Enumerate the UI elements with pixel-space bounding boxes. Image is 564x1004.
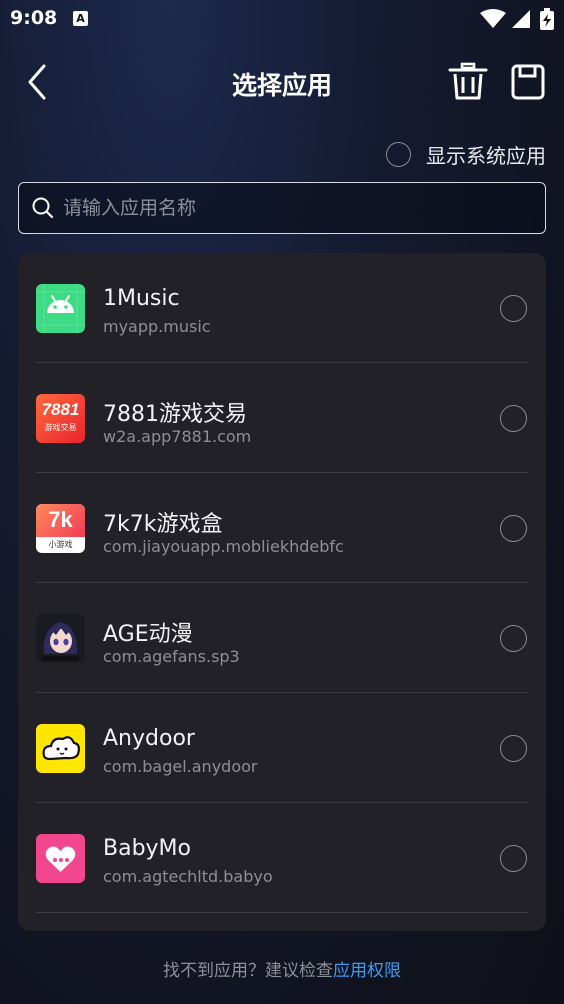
app-7881-icon: 7881 游戏交易 xyxy=(36,394,85,443)
select-radio[interactable] xyxy=(500,625,527,652)
notification-badge: A xyxy=(73,11,88,26)
heart-bubble-icon xyxy=(36,834,85,883)
search-input[interactable] xyxy=(63,188,545,228)
app-package: com.bagel.anydoor xyxy=(103,757,258,776)
list-item[interactable]: 1Music myapp.music xyxy=(18,253,546,363)
app-permission-link[interactable]: 应用权限 xyxy=(333,961,401,981)
status-bar: 9:08 A xyxy=(0,0,564,40)
list-item[interactable]: 7k 小游戏 7k7k游戏盒 com.jiayouapp.mobliekhdeb… xyxy=(18,473,546,583)
app-package: com.agefans.sp3 xyxy=(103,647,240,666)
save-button[interactable] xyxy=(508,62,548,102)
android-icon xyxy=(36,284,85,333)
app-package: w2a.app7881.com xyxy=(103,427,252,446)
app-name: 7k7k游戏盒 xyxy=(103,512,223,537)
status-icons xyxy=(480,8,554,30)
app-name: Anydoor xyxy=(103,726,195,751)
icon-text: 7881 xyxy=(41,400,80,419)
list-item[interactable]: 7881 游戏交易 7881游戏交易 w2a.app7881.com xyxy=(18,363,546,473)
app-name: 7881游戏交易 xyxy=(103,402,247,427)
select-radio[interactable] xyxy=(500,405,527,432)
app-name: BabyMo xyxy=(103,836,191,861)
app-name: AGE动漫 xyxy=(103,622,193,647)
footer-hint: 找不到应用？建议检查应用权限 xyxy=(0,956,564,981)
cloud-face-icon xyxy=(36,724,85,773)
app-package: com.agtechltd.babyo xyxy=(103,867,273,886)
signal-icon xyxy=(512,10,530,28)
icon-subtext: 小游戏 xyxy=(48,540,73,549)
trash-icon xyxy=(448,62,488,100)
select-radio[interactable] xyxy=(500,295,527,322)
app-package: com.jiayouapp.mobliekhdebfc xyxy=(103,537,344,556)
icon-subtext: 游戏交易 xyxy=(44,423,77,432)
list-item[interactable]: AGE动漫 com.agefans.sp3 xyxy=(18,583,546,693)
list-item[interactable]: Anydoor com.bagel.anydoor xyxy=(18,693,546,803)
delete-button[interactable] xyxy=(448,62,488,102)
wifi-icon xyxy=(480,9,506,28)
system-apps-radio[interactable] xyxy=(386,141,411,167)
search-box[interactable] xyxy=(18,182,546,234)
app-package: myapp.music xyxy=(103,317,211,336)
icon-text: 7k xyxy=(48,507,73,532)
list-item[interactable]: BabyMo com.agtechltd.babyo xyxy=(18,803,546,913)
status-time: 9:08 xyxy=(10,7,58,29)
footer-text: 找不到应用？建议检查 xyxy=(163,961,333,981)
app-name: 1Music xyxy=(103,286,180,311)
app-list: 1Music myapp.music 7881 游戏交易 7881游戏交易 w2… xyxy=(18,253,546,931)
battery-icon xyxy=(540,8,554,30)
select-radio[interactable] xyxy=(500,735,527,762)
select-radio[interactable] xyxy=(500,515,527,542)
system-apps-label: 显示系统应用 xyxy=(426,143,546,168)
show-system-apps-toggle[interactable]: 显示系统应用 xyxy=(386,138,546,170)
floppy-save-icon xyxy=(511,64,545,100)
select-radio[interactable] xyxy=(500,845,527,872)
app-7k7k-icon: 7k 小游戏 xyxy=(36,504,85,553)
app-header: 选择应用 xyxy=(0,52,564,112)
search-icon xyxy=(32,197,54,219)
anime-character-icon xyxy=(36,614,85,663)
